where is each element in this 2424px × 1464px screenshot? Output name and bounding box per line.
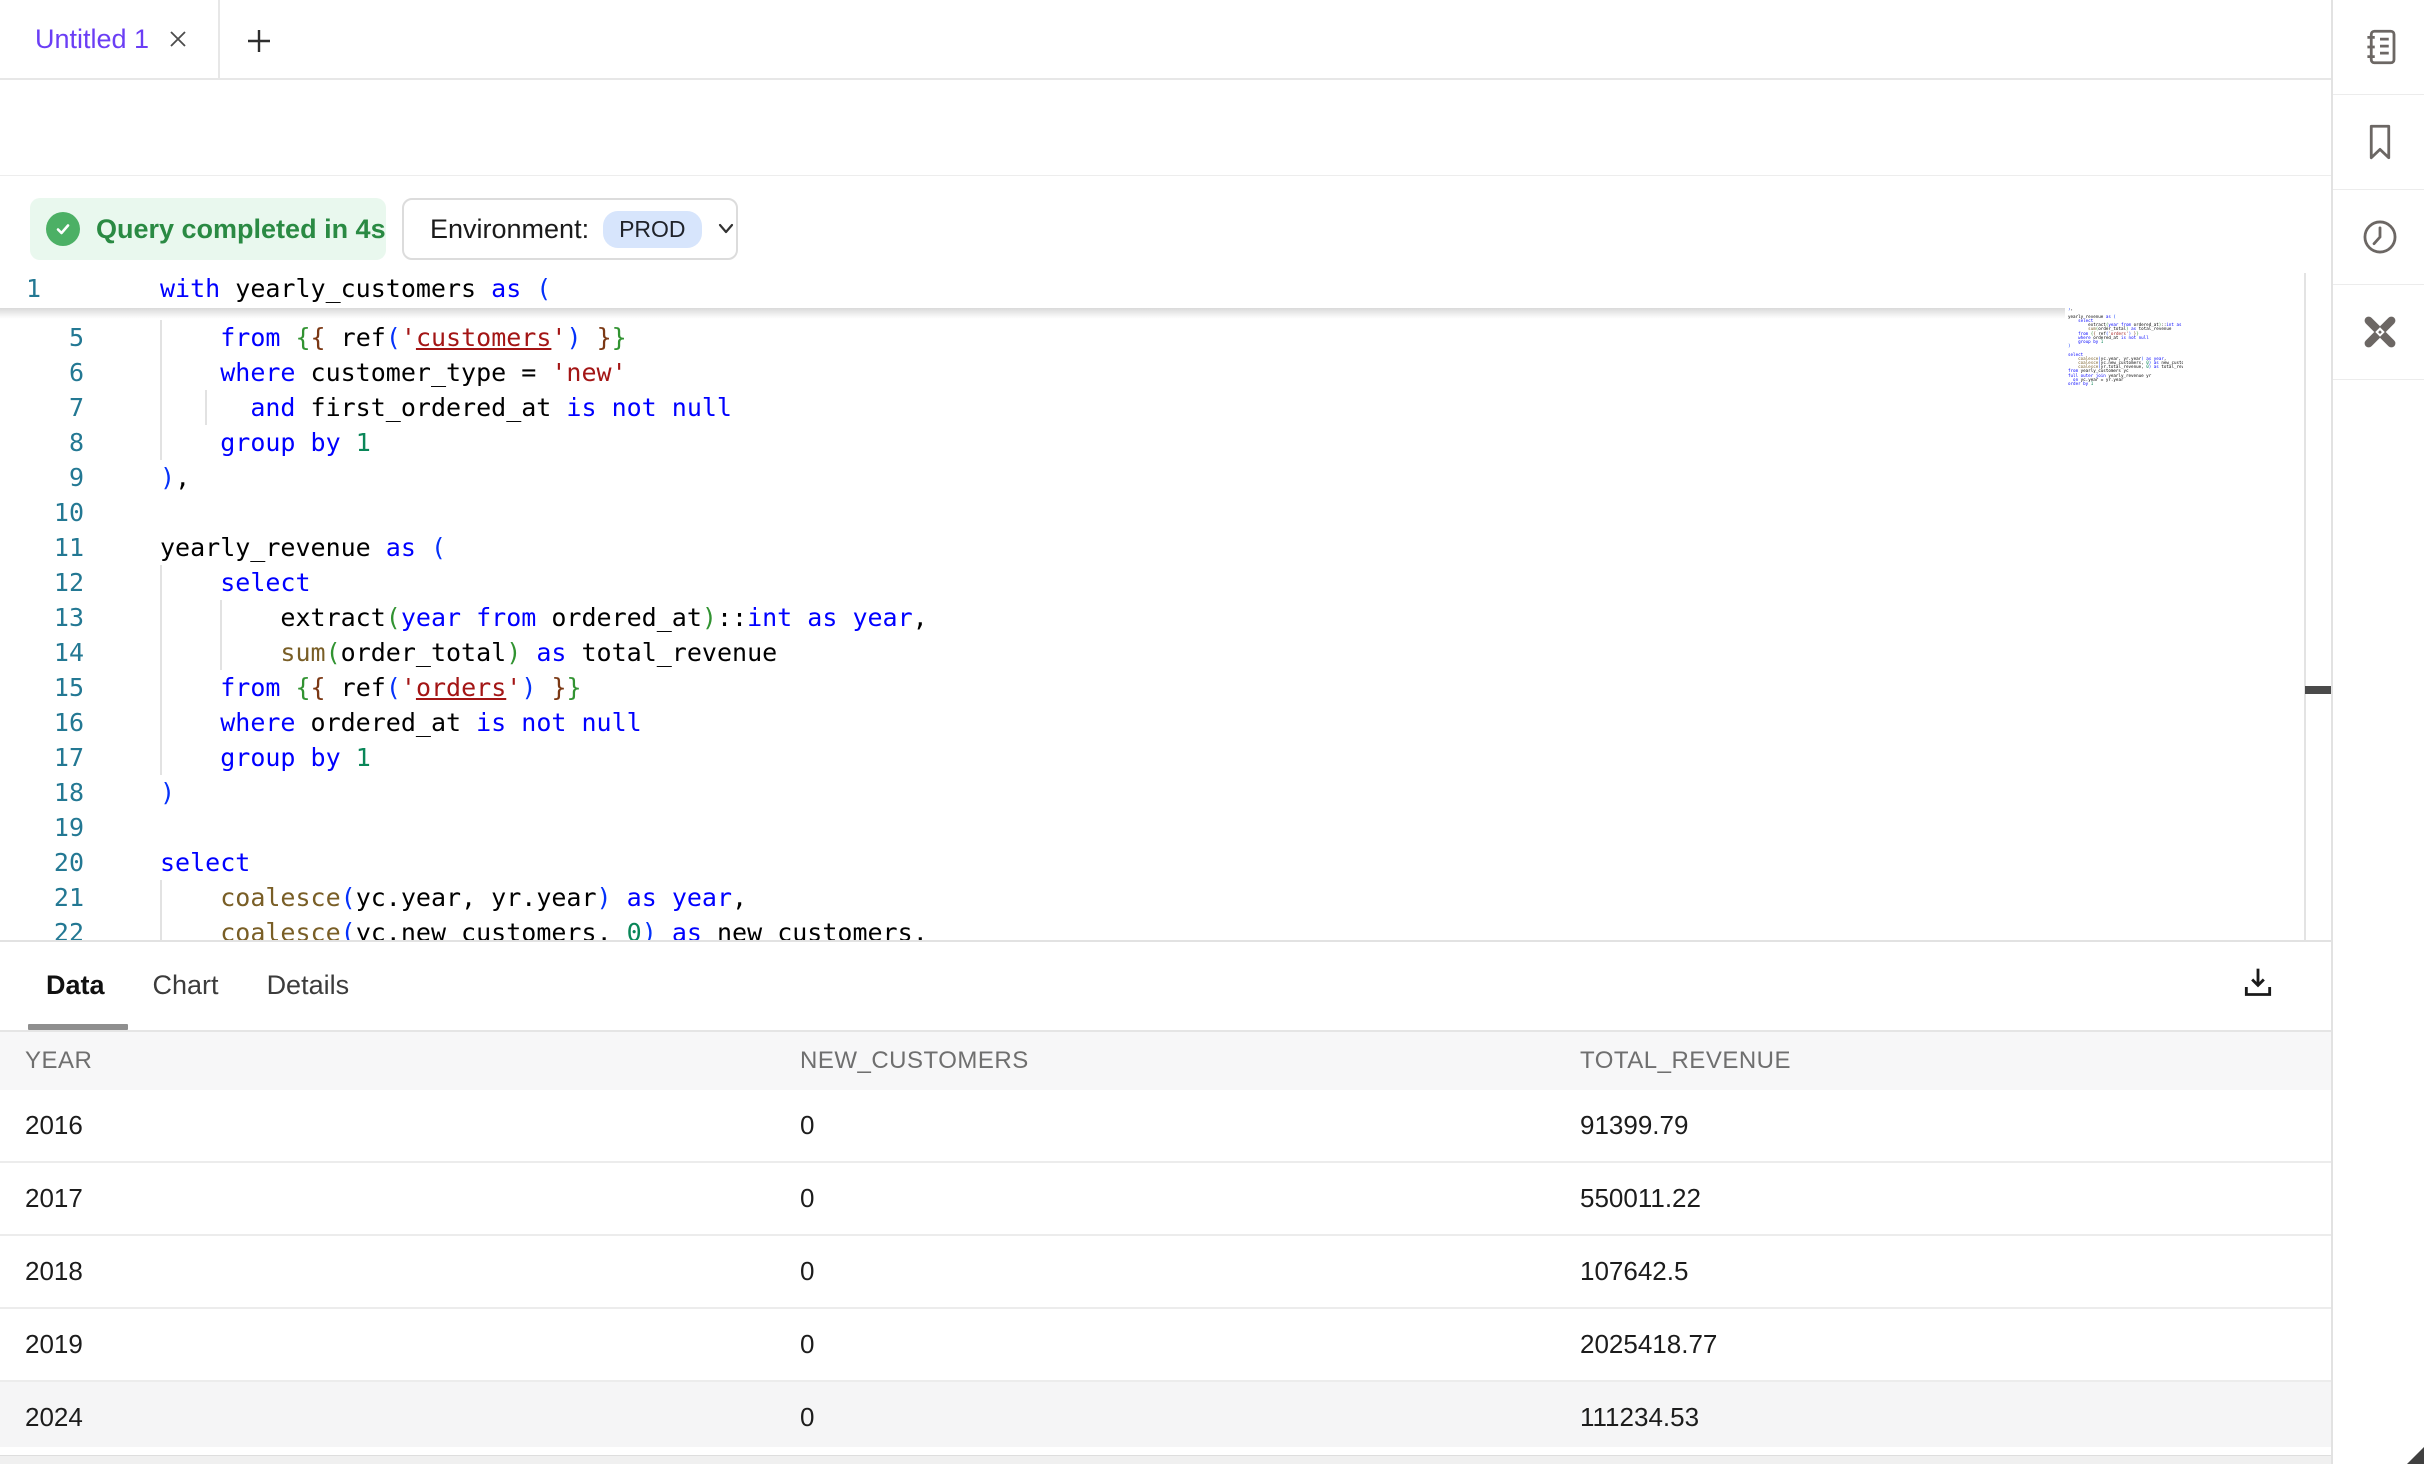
table-cell: 0 (800, 1163, 814, 1233)
history-panel-button[interactable] (2333, 190, 2424, 285)
dbt-panel-button[interactable] (2333, 285, 2424, 380)
code-line: 14 sum(order_total) as total_revenue (0, 635, 2300, 670)
editor-scrollbar[interactable] (2304, 273, 2331, 940)
table-cell: 0 (800, 1309, 814, 1379)
code-line: 22 coalesce(yc.new_customers, 0) as new_… (0, 915, 2300, 940)
code-line: 16 where ordered_at is not null (0, 705, 2300, 740)
code-line: 6 where customer_type = 'new' (0, 355, 2300, 390)
table-cell: 0 (800, 1090, 814, 1160)
results-tab-bar: Data Chart Details (46, 970, 349, 1001)
table-row: 2017 0 550011.22 (0, 1163, 2331, 1236)
code-line: 15 from {{ ref('orders') }} (0, 670, 2300, 705)
table-cell: 2017 (25, 1163, 83, 1233)
table-scrollbar-track[interactable] (0, 1455, 2331, 1464)
query-status-text: Query completed in 4s (96, 214, 386, 245)
table-cell: 0 (800, 1382, 814, 1452)
code-line: 17 group by 1 (0, 740, 2300, 775)
code-line: 21 coalesce(yc.year, yr.year) as year, (0, 880, 2300, 915)
results-tab-details[interactable]: Details (267, 970, 350, 1001)
code-line: 8 group by 1 (0, 425, 2300, 460)
toolbar: Develop Run (0, 80, 2331, 176)
app-window: Untitled 1 Develop (0, 0, 2424, 1464)
new-tab-button[interactable] (240, 22, 278, 60)
table-cell: 107642.5 (1580, 1236, 1688, 1306)
main-area: Untitled 1 Develop (0, 0, 2331, 1464)
table-row: 2016 0 91399.79 (0, 1090, 2331, 1163)
plus-icon (244, 26, 274, 56)
code-line: 18) (0, 775, 2300, 810)
table-body: 2016 0 91399.79 2017 0 550011.22 2018 0 107642.5… (0, 1090, 2331, 1455)
status-row: Query completed in 4s Environment: PROD (0, 177, 2331, 269)
sticky-scroll-shadow (0, 308, 2065, 319)
sticky-scroll-line: 1with yearly_customers as ( (0, 269, 2300, 308)
query-status-pill: Query completed in 4s (30, 198, 386, 260)
table-cell: 2016 (25, 1090, 83, 1160)
environment-selector[interactable]: Environment: PROD (402, 198, 738, 260)
minimap-line: order by 1 (2068, 382, 2183, 386)
outline-panel-button[interactable] (2333, 0, 2424, 95)
environment-value-badge: PROD (603, 211, 701, 248)
code-line: 13 extract(year from ordered_at)::int as… (0, 600, 2300, 635)
notebook-outline-icon (2359, 26, 2401, 68)
table-cell: 2019 (25, 1309, 83, 1379)
table-cell: 2018 (25, 1236, 83, 1306)
table-row: 20240111234.53 (0, 1382, 2331, 1447)
table-header-row: YEAR NEW_CUSTOMERS TOTAL_REVENUE (0, 1032, 2331, 1090)
results-tab-chart[interactable]: Chart (153, 970, 219, 1001)
chevron-down-icon (716, 222, 736, 236)
tab-title: Untitled 1 (35, 24, 149, 55)
table-cell: 550011.22 (1580, 1163, 1701, 1233)
check-circle-icon (46, 212, 80, 246)
table-row: 2019 0 2025418.77 (0, 1309, 2331, 1382)
code-line: 1with yearly_customers as ( (0, 271, 2300, 306)
table-cell: 111234.53 (1580, 1382, 1699, 1452)
document-tab-bar: Untitled 1 (0, 0, 2331, 80)
download-icon[interactable] (2238, 962, 2282, 1006)
table-cell: 91399.79 (1580, 1090, 1688, 1160)
table-row: 2018 0 107642.5 (0, 1236, 2331, 1309)
close-icon[interactable] (167, 28, 189, 50)
sql-editor[interactable]: 5 from {{ ref('customers') }}6 where cus… (0, 269, 2331, 940)
bookmark-icon (2359, 121, 2401, 163)
code-line: 11yearly_revenue as ( (0, 530, 2300, 565)
bookmarks-panel-button[interactable] (2333, 95, 2424, 190)
code-line: 9), (0, 460, 2300, 495)
table-cell: 0 (800, 1236, 814, 1306)
code-line: 19 (0, 810, 2300, 845)
dbt-logo-icon (2359, 311, 2401, 353)
code-line: 7 and first_ordered_at is not null (0, 390, 2300, 425)
environment-label: Environment: (430, 214, 589, 245)
column-header: TOTAL_REVENUE (1580, 1032, 1791, 1090)
history-clock-icon (2359, 216, 2401, 258)
right-icon-rail (2331, 0, 2424, 1464)
column-header: YEAR (25, 1032, 92, 1090)
code-line: 20select (0, 845, 2300, 880)
column-header: NEW_CUSTOMERS (800, 1032, 1029, 1090)
table-cell: 2024 (25, 1382, 83, 1452)
code-line: 12 select (0, 565, 2300, 600)
resize-corner-grip[interactable] (2407, 1447, 2424, 1464)
code-line: 10 (0, 495, 2300, 530)
tab-untitled-1[interactable]: Untitled 1 (0, 0, 220, 78)
table-cell: 2025418.77 (1580, 1309, 1717, 1379)
overview-ruler-cursor-marker (2305, 686, 2331, 694)
results-tab-data[interactable]: Data (46, 970, 105, 1001)
results-panel: Data Chart Details YEAR NEW_CUSTOMERS TOTAL_… (0, 940, 2331, 1464)
code-line: 5 from {{ ref('customers') }} (0, 320, 2300, 355)
